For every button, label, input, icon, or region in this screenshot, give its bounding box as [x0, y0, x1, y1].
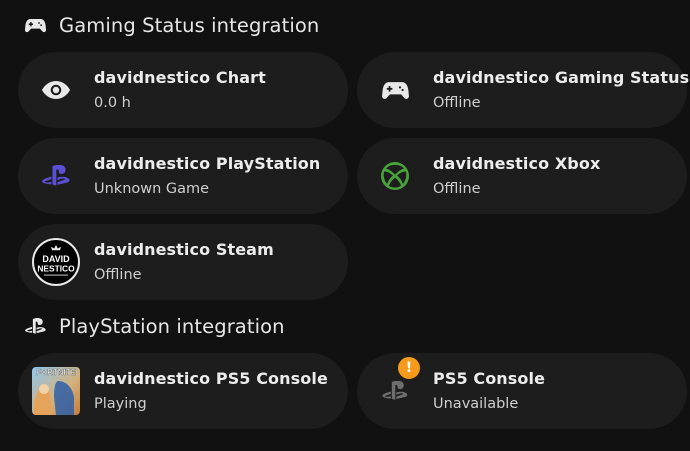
entity-name: davidnestico PlayStation: [94, 154, 321, 173]
entity-state: Unavailable: [433, 396, 519, 412]
entity-state: Offline: [433, 181, 481, 197]
fortnite-cover-image: FORTNITE: [32, 367, 80, 415]
entity-name: PS5 Console: [433, 369, 546, 388]
entity-card-playstation[interactable]: davidnestico PlayStation Unknown Game: [18, 138, 348, 214]
entity-name: davidnestico Steam: [94, 240, 274, 259]
entity-card-ps5-console-unavailable[interactable]: ! PS5 Console Unavailable: [357, 353, 687, 429]
entity-name: davidnestico Chart: [94, 68, 266, 87]
playstation-logo-icon: [24, 315, 46, 337]
xbox-logo-icon: [371, 152, 419, 200]
gamepad-icon: [24, 14, 46, 36]
entity-state: 0.0 h: [94, 95, 131, 111]
entity-state: Playing: [94, 396, 147, 412]
playstation-logo-icon: [32, 152, 80, 200]
entity-card-gaming-status[interactable]: davidnestico Gaming Status Offline: [357, 52, 690, 128]
svg-text:NESTICO: NESTICO: [37, 264, 75, 274]
entity-name: davidnestico Xbox: [433, 154, 601, 173]
warning-badge-icon: !: [396, 355, 422, 381]
eye-icon: [32, 66, 80, 114]
section-header-gaming-status: Gaming Status integration: [24, 10, 319, 40]
playstation-logo-icon: !: [371, 355, 422, 415]
svg-text:FORTNITE: FORTNITE: [36, 368, 77, 377]
entity-card-steam[interactable]: DAVID NESTICO davidnestico Steam Offline: [18, 224, 348, 300]
entity-card-xbox[interactable]: davidnestico Xbox Offline: [357, 138, 687, 214]
entity-state: Offline: [94, 267, 142, 283]
entity-state: Unknown Game: [94, 181, 210, 197]
entity-state: Offline: [433, 95, 481, 111]
david-nestico-avatar: DAVID NESTICO: [32, 238, 80, 286]
section-title: PlayStation integration: [59, 314, 285, 338]
entity-name: davidnestico PS5 Console: [94, 369, 328, 388]
entity-card-chart[interactable]: davidnestico Chart 0.0 h: [18, 52, 348, 128]
gamepad-icon: [371, 66, 419, 114]
section-header-playstation: PlayStation integration: [24, 311, 285, 341]
section-title: Gaming Status integration: [59, 13, 320, 37]
entity-name: davidnestico Gaming Status: [433, 68, 690, 87]
entity-card-ps5-console-playing[interactable]: FORTNITE davidnestico PS5 Console Playin…: [18, 353, 348, 429]
svg-text:DAVID: DAVID: [42, 254, 70, 264]
